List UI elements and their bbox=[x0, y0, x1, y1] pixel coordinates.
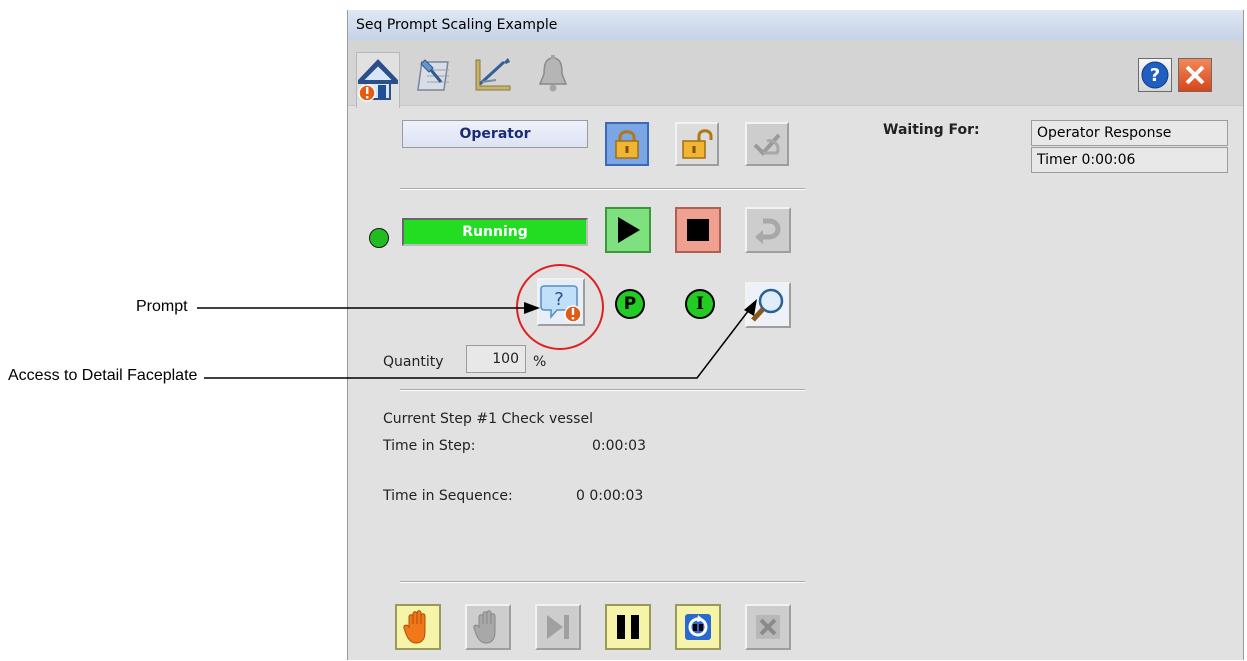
reset-arrow-icon bbox=[755, 218, 781, 244]
help-icon: ? bbox=[1141, 61, 1169, 89]
separator-1 bbox=[400, 188, 805, 190]
status-label: Running bbox=[462, 224, 528, 240]
waiting-for-label: Waiting For: bbox=[883, 122, 980, 138]
detail-faceplate-button[interactable] bbox=[745, 282, 791, 328]
time-in-sequence-label: Time in Sequence: bbox=[383, 488, 513, 504]
start-button[interactable] bbox=[605, 207, 651, 253]
time-in-step-label: Time in Step: bbox=[383, 438, 476, 454]
close-button[interactable] bbox=[1178, 58, 1212, 92]
quantity-value: 100 bbox=[492, 351, 519, 367]
tab-maintenance[interactable] bbox=[414, 50, 456, 98]
help-button[interactable]: ? bbox=[1138, 58, 1172, 92]
waiting-item-2-text: Timer 0:00:06 bbox=[1037, 152, 1136, 168]
reset-button[interactable] bbox=[745, 207, 791, 253]
time-in-step-value: 0:00:03 bbox=[592, 438, 646, 454]
bell-icon bbox=[538, 55, 568, 92]
unlock-button[interactable] bbox=[675, 122, 719, 166]
abort-button[interactable] bbox=[745, 604, 791, 650]
close-icon bbox=[1185, 65, 1205, 85]
faceplate-window: Seq Prompt Scaling Example ? Operator Ru… bbox=[347, 10, 1244, 660]
tab-strip: ? bbox=[348, 40, 1243, 108]
quantity-field: 100 bbox=[466, 345, 526, 373]
interlock-indicator: I bbox=[685, 289, 715, 319]
waiting-item-1-text: Operator Response bbox=[1037, 125, 1172, 141]
abort-icon bbox=[756, 615, 780, 639]
hold-disabled-button[interactable] bbox=[465, 604, 511, 650]
time-in-sequence-value: 0 0:00:03 bbox=[576, 488, 644, 504]
running-indicator bbox=[369, 228, 389, 248]
access-detail-callout-label: Access to Detail Faceplate bbox=[8, 367, 198, 384]
home-alarm-icon bbox=[358, 58, 398, 102]
hand-orange-icon bbox=[403, 610, 426, 644]
lock-button[interactable] bbox=[605, 122, 649, 166]
stop-icon bbox=[687, 219, 709, 241]
hold-button[interactable] bbox=[395, 604, 441, 650]
hand-gray-icon bbox=[473, 610, 496, 644]
unlock-icon bbox=[682, 129, 713, 159]
step-button[interactable] bbox=[535, 604, 581, 650]
program-indicator-label: P bbox=[623, 294, 637, 314]
waiting-item-2: Timer 0:00:06 bbox=[1031, 147, 1228, 173]
quantity-unit: % bbox=[533, 354, 547, 370]
acknowledge-button[interactable] bbox=[745, 122, 789, 166]
maintenance-icon bbox=[417, 59, 449, 91]
prompt-callout-label: Prompt bbox=[136, 298, 188, 315]
tab-alarms[interactable] bbox=[532, 50, 574, 98]
access-mode-label: Operator bbox=[459, 126, 531, 142]
lock-icon bbox=[615, 130, 639, 159]
magnifier-icon bbox=[751, 288, 784, 322]
separator-2 bbox=[400, 389, 805, 391]
engineering-icon bbox=[475, 58, 511, 91]
pause-button[interactable] bbox=[605, 604, 651, 650]
quantity-label: Quantity bbox=[383, 354, 444, 370]
tab-engineering[interactable] bbox=[472, 50, 514, 98]
pause-icon bbox=[617, 615, 639, 639]
restart-icon bbox=[685, 614, 711, 640]
step-forward-icon bbox=[547, 615, 569, 639]
current-step: Current Step #1 Check vessel bbox=[383, 411, 593, 427]
waiting-item-1: Operator Response bbox=[1031, 120, 1228, 146]
tab-home[interactable] bbox=[356, 52, 400, 108]
separator-3 bbox=[400, 581, 805, 583]
stop-button[interactable] bbox=[675, 207, 721, 253]
svg-text:?: ? bbox=[1150, 65, 1160, 86]
play-icon bbox=[618, 217, 640, 243]
program-indicator: P bbox=[615, 289, 645, 319]
prompt-highlight-circle bbox=[516, 264, 604, 350]
status-field: Running bbox=[402, 218, 588, 246]
access-mode-field: Operator bbox=[402, 120, 588, 148]
restart-button[interactable] bbox=[675, 604, 721, 650]
window-title: Seq Prompt Scaling Example bbox=[348, 10, 1243, 40]
hand-check-icon bbox=[753, 133, 781, 156]
interlock-indicator-label: I bbox=[696, 294, 704, 314]
